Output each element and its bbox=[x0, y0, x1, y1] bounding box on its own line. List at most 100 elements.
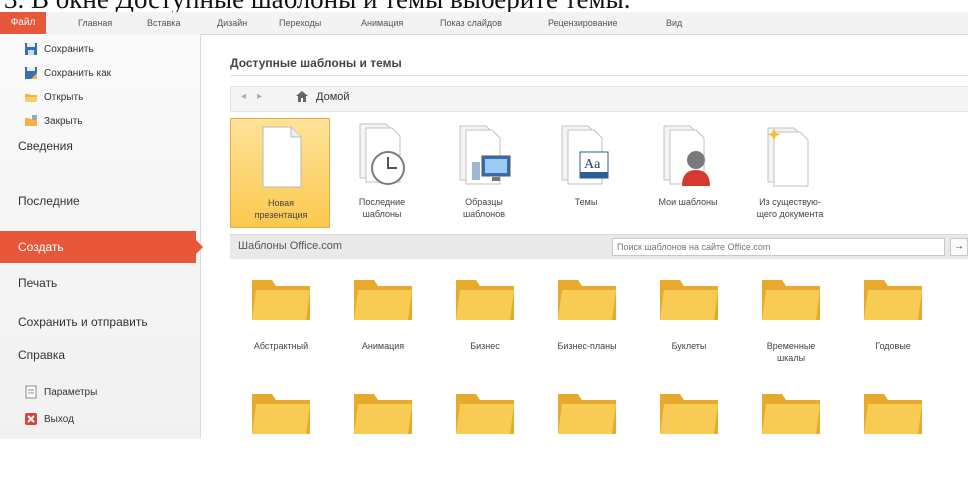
sidebar-item-info[interactable]: Сведения bbox=[18, 139, 73, 153]
folder-item[interactable]: Временные шкалы bbox=[740, 272, 842, 372]
options-label: Параметры bbox=[44, 386, 98, 398]
tab-design[interactable]: Дизайн bbox=[217, 12, 247, 34]
folder-label: Абстрактный bbox=[253, 341, 309, 351]
tab-view[interactable]: Вид bbox=[666, 12, 682, 34]
save-as-label: Сохранить как bbox=[44, 67, 112, 79]
page-title: Доступные шаблоны и темы bbox=[230, 56, 402, 70]
search-arrow-icon[interactable]: → bbox=[950, 238, 968, 256]
sidebar-item-print[interactable]: Печать bbox=[18, 276, 57, 290]
sidebar-item-save-send[interactable]: Сохранить и отправить bbox=[18, 315, 148, 329]
folder-label: Бизнес bbox=[470, 341, 500, 351]
search-input[interactable] bbox=[612, 238, 945, 256]
folder-label: Анимация bbox=[361, 341, 405, 351]
folder-item[interactable]: Анимация bbox=[332, 272, 434, 372]
tab-file[interactable]: Файл bbox=[0, 12, 46, 34]
tile-label: Образцы шаблонов bbox=[462, 197, 506, 219]
tab-transitions[interactable]: Переходы bbox=[279, 12, 321, 34]
themes-icon: Aa bbox=[561, 125, 609, 185]
folder-item[interactable]: Годовые bbox=[842, 272, 944, 372]
tile-themes[interactable]: Aa Темы bbox=[536, 118, 636, 228]
instruction-caption: 3. В окне Доступные шаблоны и темы выбер… bbox=[0, 0, 968, 13]
section-title: Шаблоны Office.com bbox=[238, 240, 343, 252]
home-icon bbox=[296, 91, 308, 102]
folder-icon bbox=[252, 394, 310, 434]
ribbon-tabs: Файл Главная Вставка Дизайн Переходы Ани… bbox=[0, 12, 968, 35]
folder-icon bbox=[354, 394, 412, 434]
exit-label: Выход bbox=[44, 413, 74, 425]
open-button[interactable]: Открыть bbox=[24, 88, 83, 106]
home-link[interactable]: Домой bbox=[295, 90, 350, 103]
save-as-button[interactable]: Сохранить как bbox=[24, 64, 111, 82]
back-arrow-icon[interactable]: ◂ bbox=[241, 91, 246, 102]
tile-from-existing[interactable]: Из существую- щего документа bbox=[740, 118, 840, 228]
folder-icon bbox=[762, 394, 820, 434]
exit-button[interactable]: Выход bbox=[24, 410, 74, 428]
folder-item[interactable] bbox=[638, 386, 740, 486]
sample-templates-icon bbox=[459, 125, 511, 185]
save-button[interactable]: Сохранить bbox=[24, 40, 94, 58]
save-icon bbox=[25, 43, 37, 55]
open-folder-icon bbox=[25, 94, 37, 102]
tab-insert[interactable]: Вставка bbox=[147, 12, 180, 34]
folder-icon bbox=[456, 280, 514, 320]
folder-item[interactable] bbox=[332, 386, 434, 486]
folder-label: Бизнес-планы bbox=[557, 341, 617, 351]
folder-item[interactable]: Бизнес-планы bbox=[536, 272, 638, 372]
options-icon bbox=[25, 385, 37, 399]
blank-document-icon bbox=[262, 126, 302, 188]
folder-icon bbox=[456, 394, 514, 434]
folder-icon bbox=[762, 280, 820, 320]
close-file-button[interactable]: Закрыть bbox=[24, 112, 83, 130]
folder-item[interactable] bbox=[536, 386, 638, 486]
folder-label: Временные шкалы bbox=[766, 341, 816, 363]
folder-item[interactable]: Бизнес bbox=[434, 272, 536, 372]
divider bbox=[230, 75, 968, 76]
sidebar-item-recent[interactable]: Последние bbox=[18, 194, 80, 208]
folder-item[interactable] bbox=[740, 386, 842, 486]
open-label: Открыть bbox=[44, 91, 84, 103]
folder-item[interactable]: Буклеты bbox=[638, 272, 740, 372]
tab-review[interactable]: Рецензирование bbox=[548, 12, 618, 34]
folder-icon bbox=[864, 280, 922, 320]
tile-label: Из существую- щего документа bbox=[756, 197, 824, 219]
tile-label: Мои шаблоны bbox=[658, 197, 718, 207]
svg-text:Aa: Aa bbox=[584, 157, 601, 172]
tab-animation[interactable]: Анимация bbox=[361, 12, 403, 34]
tile-new-presentation[interactable]: Новая презентация bbox=[230, 118, 330, 228]
tile-my-templates[interactable]: Мои шаблоны bbox=[638, 118, 738, 228]
folder-label: Буклеты bbox=[671, 341, 707, 351]
folder-label: Годовые bbox=[875, 341, 911, 351]
close-label: Закрыть bbox=[44, 115, 83, 127]
tile-label: Последние шаблоны bbox=[358, 197, 406, 219]
office-templates-bar: Шаблоны Office.com → bbox=[230, 234, 968, 259]
options-button[interactable]: Параметры bbox=[24, 383, 97, 401]
folder-item[interactable] bbox=[230, 386, 332, 486]
folder-icon bbox=[558, 280, 616, 320]
folder-icon bbox=[864, 394, 922, 434]
save-label: Сохранить bbox=[44, 43, 94, 55]
tile-label: Новая презентация bbox=[254, 198, 308, 220]
folder-icon bbox=[660, 394, 718, 434]
tile-sample-templates[interactable]: Образцы шаблонов bbox=[434, 118, 534, 228]
folder-icon bbox=[252, 280, 310, 320]
tab-home[interactable]: Главная bbox=[78, 12, 112, 34]
folder-item[interactable] bbox=[842, 386, 944, 486]
sidebar-item-help[interactable]: Справка bbox=[18, 348, 65, 362]
tile-label: Темы bbox=[574, 197, 598, 207]
my-templates-person-icon bbox=[663, 125, 710, 186]
exit-icon bbox=[25, 413, 37, 425]
folder-item[interactable] bbox=[434, 386, 536, 486]
close-folder-icon bbox=[25, 115, 37, 126]
tile-recent-templates[interactable]: Последние шаблоны bbox=[332, 118, 432, 228]
folder-item[interactable]: Абстрактный bbox=[230, 272, 332, 372]
from-existing-document-icon bbox=[767, 127, 809, 187]
home-label: Домой bbox=[316, 90, 350, 103]
forward-arrow-icon[interactable]: ▸ bbox=[257, 91, 262, 102]
tab-slideshow[interactable]: Показ слайдов bbox=[440, 12, 502, 34]
sidebar-item-new[interactable]: Создать bbox=[0, 231, 203, 263]
recent-templates-clock-icon bbox=[359, 123, 405, 185]
folder-icon bbox=[354, 280, 412, 320]
new-presentation-pane: Доступные шаблоны и темы ◂ ▸ Домой Новая… bbox=[200, 34, 968, 439]
backstage-sidebar: Сохранить Сохранить как Открыть Закрыть … bbox=[0, 34, 203, 439]
save-as-icon bbox=[25, 67, 37, 79]
